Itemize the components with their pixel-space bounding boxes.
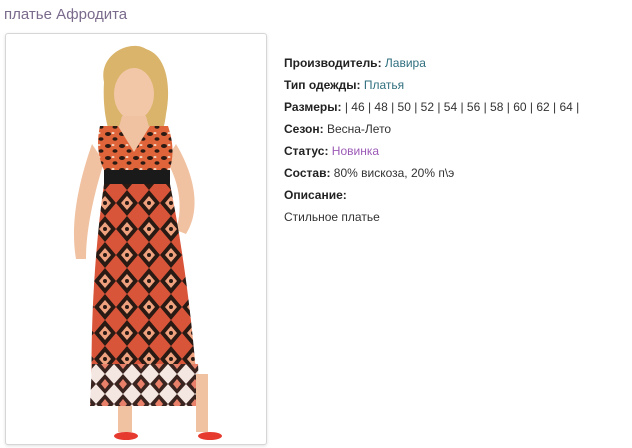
sizes-label: Размеры: (284, 100, 342, 114)
manufacturer-label: Производитель: (284, 56, 382, 70)
composition-value: 80% вискоза, 20% п\э (333, 166, 455, 180)
description-row: Описание: (284, 184, 629, 206)
clothing-type-label: Тип одежды: (284, 78, 361, 92)
description-label: Описание: (284, 188, 347, 202)
status-label: Статус: (284, 144, 329, 158)
manufacturer-row: Производитель: Лавира (284, 52, 629, 74)
composition-label: Состав: (284, 166, 331, 180)
manufacturer-link[interactable]: Лавира (385, 56, 426, 70)
sizes-value: | 46 | 48 | 50 | 52 | 54 | 56 | 58 | 60 … (344, 100, 580, 114)
composition-row: Состав: 80% вискоза, 20% п\э (284, 162, 629, 184)
sizes-row: Размеры: | 46 | 48 | 50 | 52 | 54 | 56 |… (284, 96, 629, 118)
season-label: Сезон: (284, 122, 324, 136)
season-value: Весна-Лето (326, 122, 392, 136)
page-title: платье Афродита (4, 6, 128, 23)
dress-illustration (73, 45, 222, 440)
clothing-type-row: Тип одежды: Платья (284, 74, 629, 96)
clothing-type-link[interactable]: Платья (364, 78, 404, 92)
product-photo[interactable] (5, 33, 267, 445)
product-details: Производитель: Лавира Тип одежды: Платья… (284, 52, 629, 228)
status-badge[interactable]: Новинка (332, 144, 379, 158)
season-row: Сезон: Весна-Лето (284, 118, 629, 140)
description-text-row: Стильное платье (284, 206, 629, 228)
status-row: Статус: Новинка (284, 140, 629, 162)
description-value: Стильное платье (284, 210, 380, 224)
